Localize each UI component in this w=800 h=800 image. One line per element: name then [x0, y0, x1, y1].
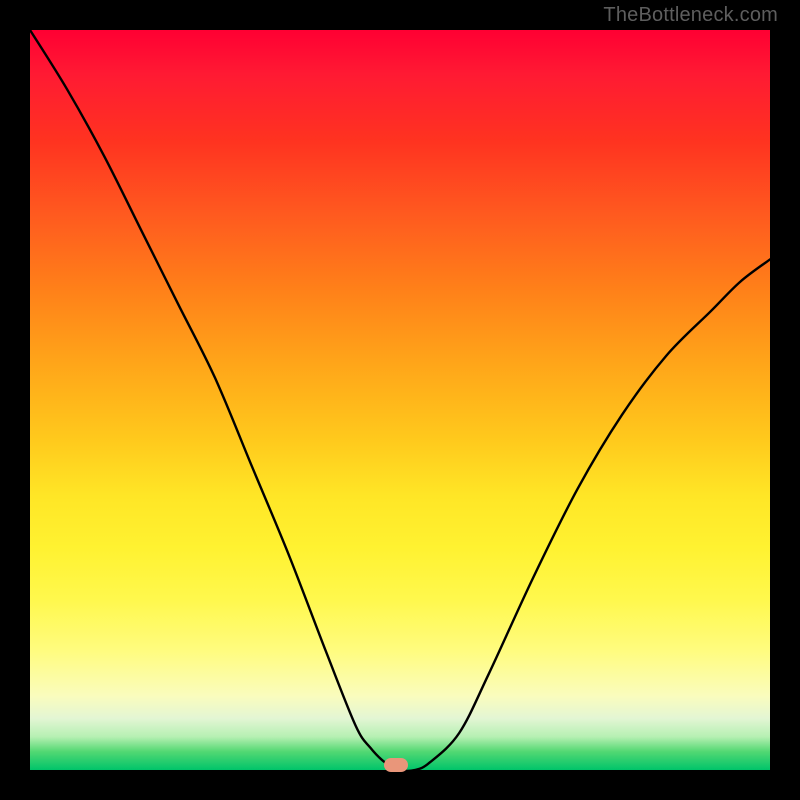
chart-container: TheBottleneck.com: [0, 0, 800, 800]
optimal-marker: [384, 758, 408, 772]
background-gradient: [30, 30, 770, 770]
plot-area: [30, 30, 770, 770]
watermark-text: TheBottleneck.com: [603, 4, 778, 27]
